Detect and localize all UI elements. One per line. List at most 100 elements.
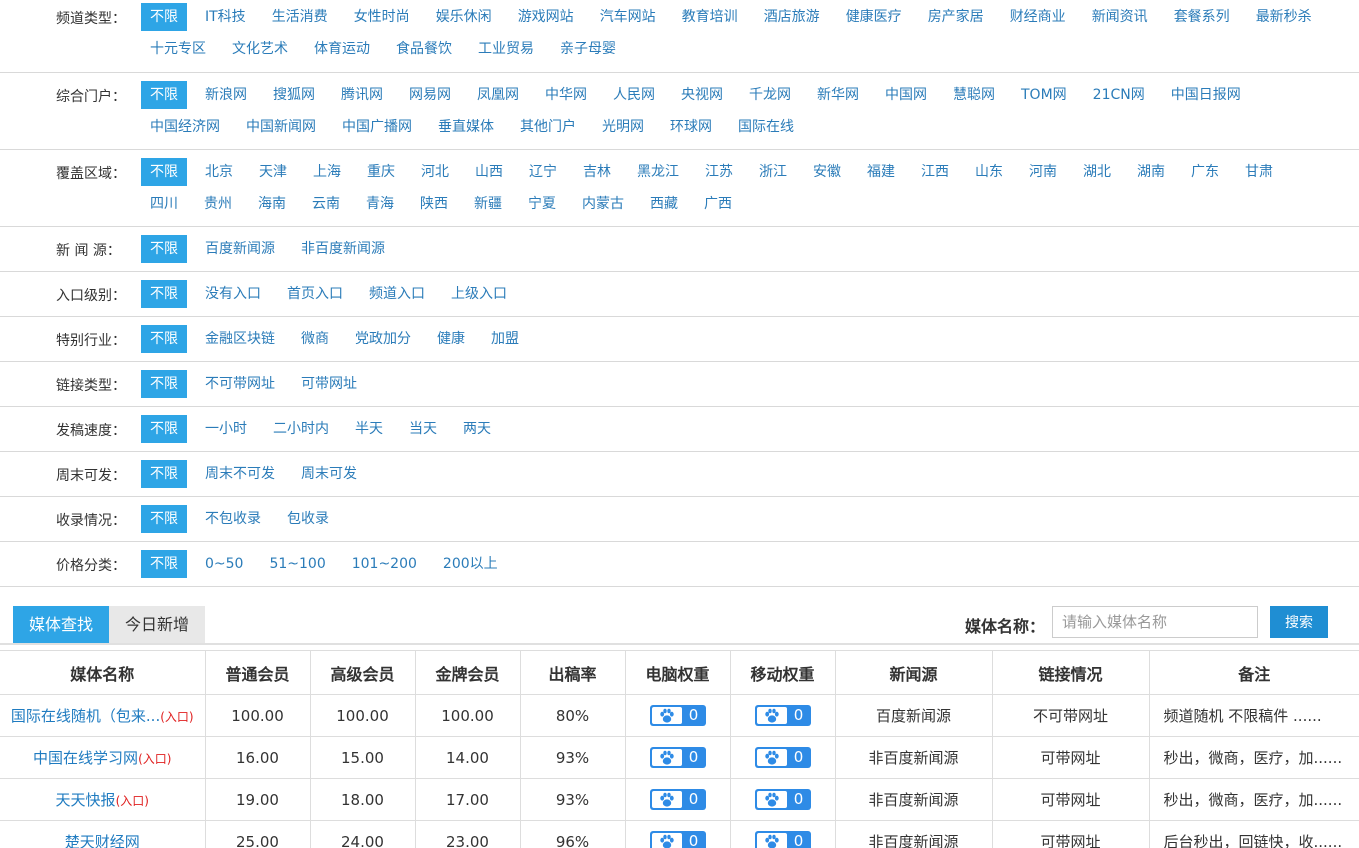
- filter-option[interactable]: 青海: [357, 190, 403, 218]
- filter-option[interactable]: 山东: [966, 158, 1012, 186]
- filter-option[interactable]: 中国经济网: [141, 113, 229, 141]
- entry-link[interactable]: (入口): [116, 794, 149, 808]
- filter-option[interactable]: 党政加分: [346, 325, 420, 353]
- filter-option[interactable]: 垂直媒体: [429, 113, 503, 141]
- tab-media-search[interactable]: 媒体查找: [13, 606, 110, 644]
- filter-option[interactable]: 汽车网站: [591, 3, 665, 31]
- filter-option[interactable]: 200以上: [434, 550, 507, 578]
- filter-option[interactable]: 健康医疗: [837, 3, 911, 31]
- filter-option-all[interactable]: 不限: [141, 415, 187, 443]
- media-name-link[interactable]: 国际在线随机（包来...: [11, 707, 160, 725]
- media-name-link[interactable]: 中国在线学习网: [33, 749, 138, 767]
- filter-option[interactable]: 包收录: [278, 505, 338, 533]
- filter-option[interactable]: 中国新闻网: [237, 113, 325, 141]
- filter-option[interactable]: 没有入口: [196, 280, 270, 308]
- filter-option[interactable]: 首页入口: [278, 280, 352, 308]
- filter-option[interactable]: 当天: [400, 415, 446, 443]
- filter-option[interactable]: 山西: [466, 158, 512, 186]
- filter-option[interactable]: 不包收录: [196, 505, 270, 533]
- filter-option[interactable]: 21CN网: [1084, 81, 1154, 109]
- filter-option[interactable]: 陕西: [411, 190, 457, 218]
- filter-option[interactable]: 新华网: [808, 81, 868, 109]
- filter-option[interactable]: 周末可发: [292, 460, 366, 488]
- filter-option[interactable]: 江西: [912, 158, 958, 186]
- media-name-link[interactable]: 楚天财经网: [65, 833, 140, 848]
- filter-option[interactable]: 千龙网: [740, 81, 800, 109]
- filter-option[interactable]: 中华网: [536, 81, 596, 109]
- filter-option[interactable]: 北京: [196, 158, 242, 186]
- filter-option[interactable]: 二小时内: [264, 415, 338, 443]
- filter-option-all[interactable]: 不限: [141, 158, 187, 186]
- filter-option[interactable]: 西藏: [641, 190, 687, 218]
- media-name-cell[interactable]: 国际在线随机（包来...(入口): [0, 694, 206, 737]
- filter-option[interactable]: 51~100: [260, 550, 334, 578]
- filter-option[interactable]: 凤凰网: [468, 81, 528, 109]
- filter-option[interactable]: 最新秒杀: [1247, 3, 1321, 31]
- search-button[interactable]: 搜索: [1270, 606, 1328, 638]
- filter-option[interactable]: 101~200: [343, 550, 426, 578]
- filter-option-all[interactable]: 不限: [141, 235, 187, 263]
- filter-option[interactable]: 体育运动: [305, 35, 379, 63]
- filter-option[interactable]: 食品餐饮: [387, 35, 461, 63]
- filter-option[interactable]: 套餐系列: [1165, 3, 1239, 31]
- filter-option[interactable]: 国际在线: [729, 113, 803, 141]
- filter-option[interactable]: 湖北: [1074, 158, 1120, 186]
- filter-option[interactable]: 新浪网: [196, 81, 256, 109]
- filter-option[interactable]: 安徽: [804, 158, 850, 186]
- media-name-cell[interactable]: 楚天财经网: [0, 820, 206, 848]
- filter-option[interactable]: 酒店旅游: [755, 3, 829, 31]
- filter-option[interactable]: 财经商业: [1001, 3, 1075, 31]
- entry-link[interactable]: (入口): [160, 710, 193, 724]
- media-name-cell[interactable]: 中国在线学习网(入口): [0, 736, 206, 779]
- tab-today-new[interactable]: 今日新增: [109, 606, 206, 644]
- filter-option[interactable]: 吉林: [574, 158, 620, 186]
- filter-option[interactable]: 湖南: [1128, 158, 1174, 186]
- filter-option[interactable]: 人民网: [604, 81, 664, 109]
- filter-option[interactable]: 搜狐网: [264, 81, 324, 109]
- filter-option[interactable]: 微商: [292, 325, 338, 353]
- filter-option[interactable]: 上级入口: [442, 280, 516, 308]
- filter-option[interactable]: 甘肃: [1236, 158, 1282, 186]
- filter-option[interactable]: 0~50: [196, 550, 252, 578]
- media-name-link[interactable]: 天天快报: [56, 791, 116, 809]
- filter-option[interactable]: 广西: [695, 190, 741, 218]
- filter-option-all[interactable]: 不限: [141, 3, 187, 31]
- filter-option[interactable]: 不可带网址: [196, 370, 284, 398]
- filter-option-all[interactable]: 不限: [141, 81, 187, 109]
- filter-option-all[interactable]: 不限: [141, 460, 187, 488]
- filter-option[interactable]: 两天: [454, 415, 500, 443]
- filter-option[interactable]: 亲子母婴: [551, 35, 625, 63]
- filter-option[interactable]: 腾讯网: [332, 81, 392, 109]
- filter-option[interactable]: 非百度新闻源: [292, 235, 394, 263]
- filter-option[interactable]: 黑龙江: [628, 158, 688, 186]
- filter-option-all[interactable]: 不限: [141, 370, 187, 398]
- filter-option[interactable]: 江苏: [696, 158, 742, 186]
- filter-option[interactable]: 文化艺术: [223, 35, 297, 63]
- filter-option[interactable]: 天津: [250, 158, 296, 186]
- entry-link[interactable]: (入口): [138, 752, 171, 766]
- filter-option[interactable]: 可带网址: [292, 370, 366, 398]
- filter-option[interactable]: 云南: [303, 190, 349, 218]
- media-name-input[interactable]: [1052, 606, 1258, 638]
- filter-option[interactable]: 贵州: [195, 190, 241, 218]
- filter-option[interactable]: 娱乐休闲: [427, 3, 501, 31]
- filter-option[interactable]: 新闻资讯: [1083, 3, 1157, 31]
- filter-option[interactable]: 光明网: [593, 113, 653, 141]
- filter-option[interactable]: 海南: [249, 190, 295, 218]
- filter-option[interactable]: 中国网: [876, 81, 936, 109]
- filter-option[interactable]: 网易网: [400, 81, 460, 109]
- filter-option[interactable]: 四川: [141, 190, 187, 218]
- filter-option[interactable]: 房产家居: [919, 3, 993, 31]
- filter-option[interactable]: IT科技: [196, 3, 255, 31]
- filter-option[interactable]: 辽宁: [520, 158, 566, 186]
- filter-option[interactable]: 半天: [346, 415, 392, 443]
- filter-option[interactable]: 广东: [1182, 158, 1228, 186]
- filter-option[interactable]: 金融区块链: [196, 325, 284, 353]
- filter-option[interactable]: 福建: [858, 158, 904, 186]
- filter-option[interactable]: 河北: [412, 158, 458, 186]
- filter-option[interactable]: 中国广播网: [333, 113, 421, 141]
- filter-option[interactable]: 环球网: [661, 113, 721, 141]
- filter-option[interactable]: 中国日报网: [1162, 81, 1250, 109]
- filter-option[interactable]: 游戏网站: [509, 3, 583, 31]
- filter-option-all[interactable]: 不限: [141, 505, 187, 533]
